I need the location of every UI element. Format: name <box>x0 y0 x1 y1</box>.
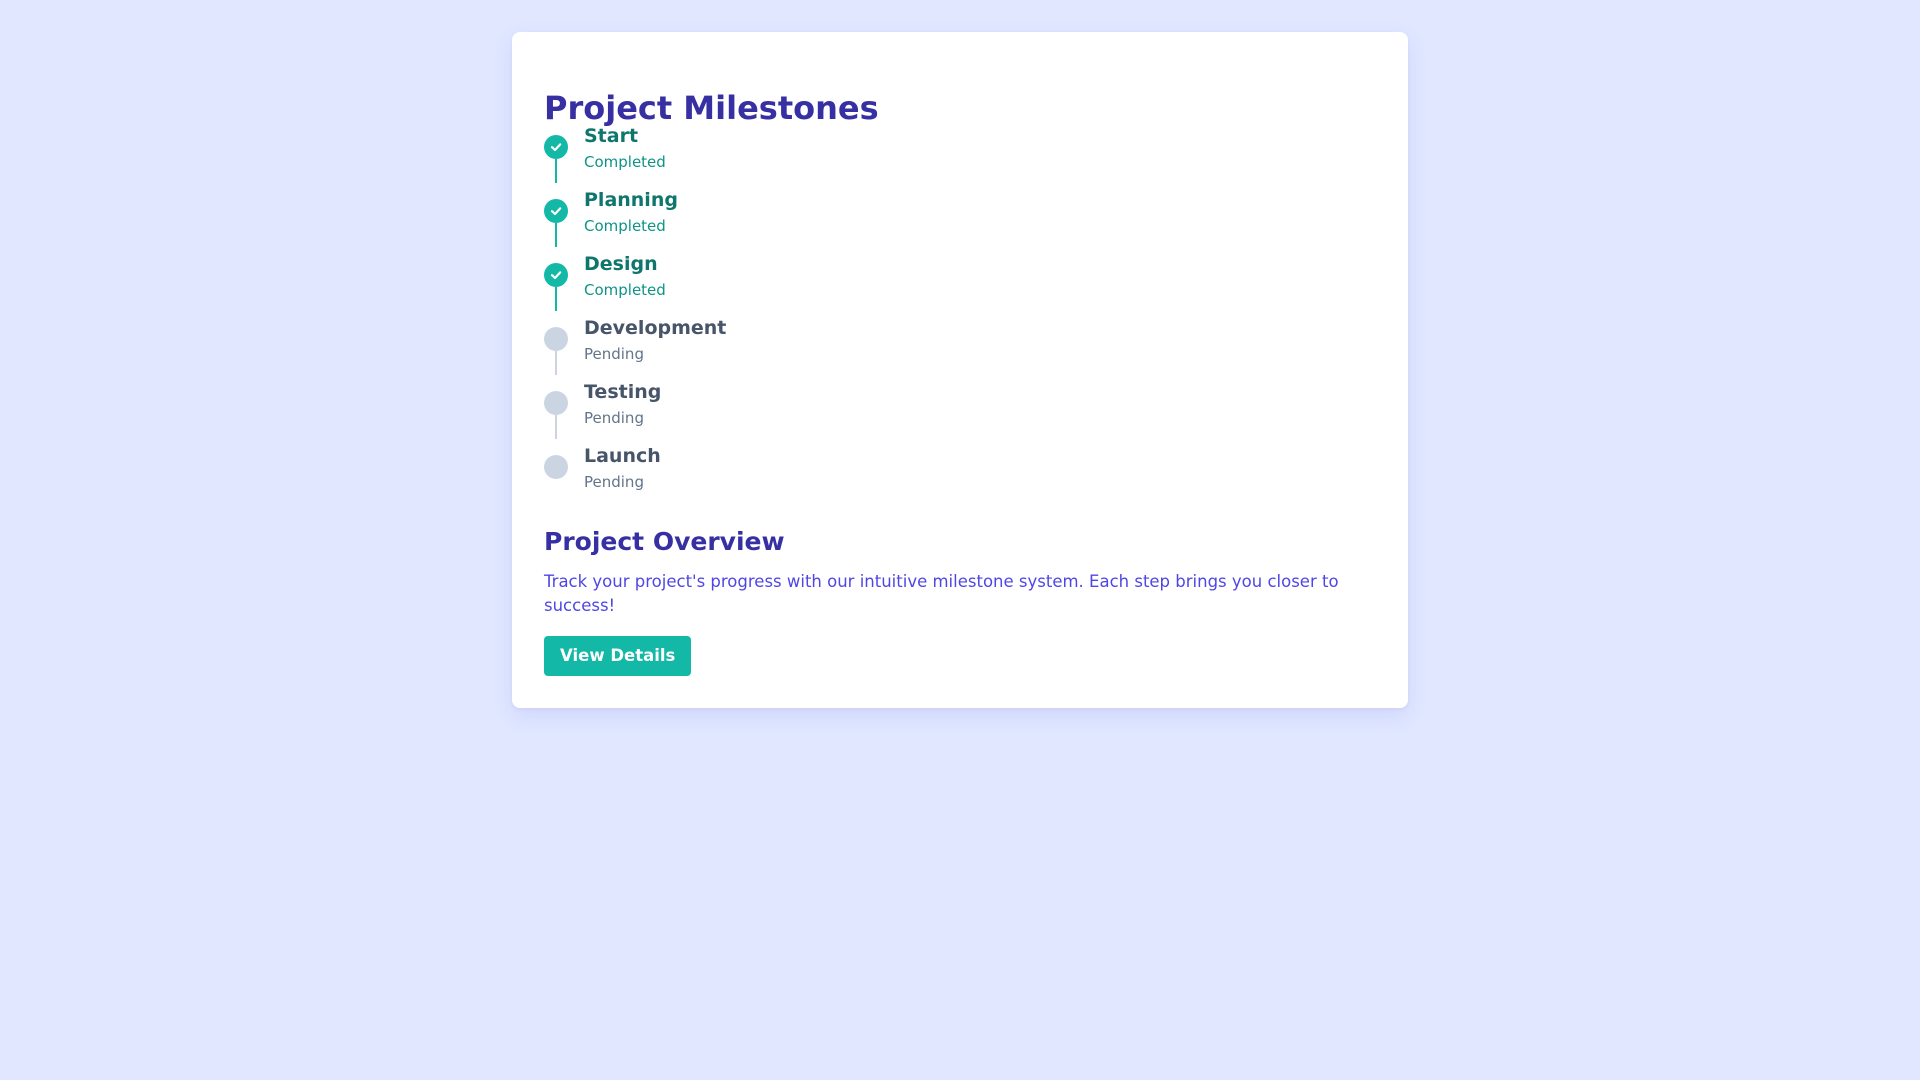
milestone-name: Testing <box>584 381 662 403</box>
milestone-list: Start Completed Planning Completed Desig… <box>544 124 1344 508</box>
milestone-name: Design <box>584 253 658 275</box>
circle-icon <box>544 391 568 415</box>
circle-icon <box>544 455 568 479</box>
view-details-button[interactable]: View Details <box>544 636 692 676</box>
milestones-card: Project Milestones Start Completed Plann… <box>512 32 1408 708</box>
circle-icon <box>544 327 568 351</box>
milestone-connector <box>555 415 557 439</box>
check-icon <box>544 199 568 223</box>
milestone-status: Pending <box>584 473 644 491</box>
milestone-item: Start Completed <box>544 124 1344 188</box>
milestone-status: Completed <box>584 217 666 235</box>
milestone-status: Completed <box>584 153 666 171</box>
milestone-connector <box>555 223 557 247</box>
milestone-connector <box>555 159 557 183</box>
overview-title: Project Overview <box>544 527 785 556</box>
milestone-status: Pending <box>584 345 644 363</box>
check-icon <box>544 135 568 159</box>
milestone-item: Development Pending <box>544 316 1344 380</box>
milestone-name: Launch <box>584 445 661 467</box>
milestone-item: Testing Pending <box>544 380 1344 444</box>
milestone-name: Start <box>584 125 639 147</box>
milestone-status: Completed <box>584 281 666 299</box>
overview-description: Track your project's progress with our i… <box>544 572 1339 615</box>
milestone-name: Planning <box>584 189 678 211</box>
milestone-item: Planning Completed <box>544 188 1344 252</box>
milestone-item: Launch Pending <box>544 444 1344 508</box>
milestone-connector <box>555 351 557 375</box>
milestone-item: Design Completed <box>544 252 1344 316</box>
milestone-name: Development <box>584 317 727 339</box>
page-title: Project Milestones <box>544 89 879 127</box>
milestone-connector <box>555 287 557 311</box>
milestone-status: Pending <box>584 409 644 427</box>
check-icon <box>544 263 568 287</box>
